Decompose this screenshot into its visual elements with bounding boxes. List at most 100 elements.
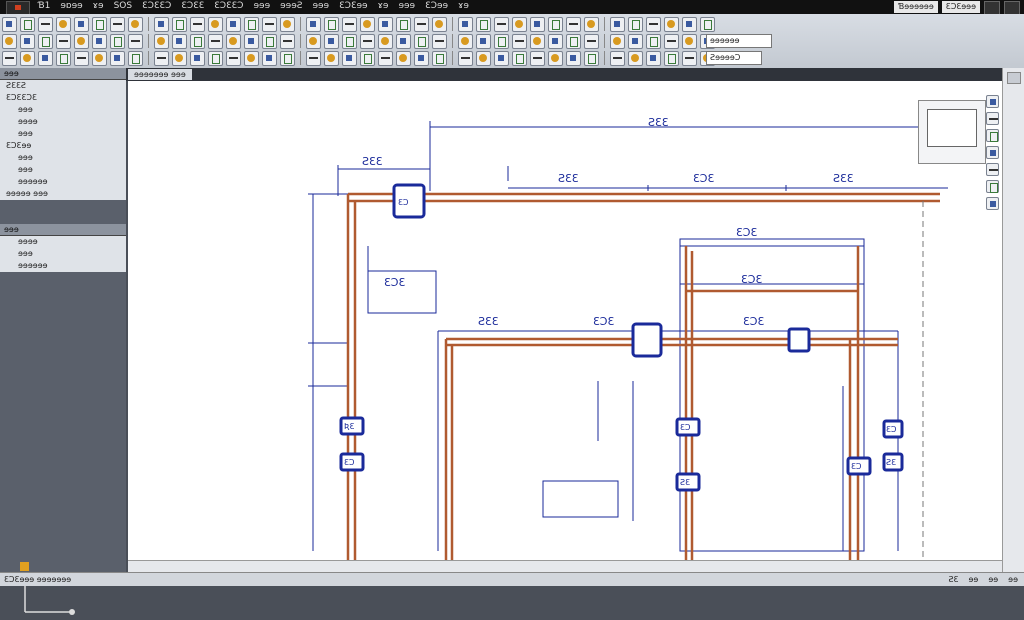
toolbar-tool-icon[interactable] (548, 51, 563, 66)
toolbar-tool-icon[interactable] (110, 34, 125, 49)
menu-item[interactable]: ɘɘɘƧ (280, 1, 302, 11)
toolbar-tool-icon[interactable] (378, 34, 393, 49)
tree-item[interactable]: ɘɘɘ (0, 152, 126, 164)
toolbar-tool-icon[interactable] (512, 34, 527, 49)
toolbar-tool-icon[interactable] (432, 17, 447, 32)
toolbar-tool-icon[interactable] (610, 34, 625, 49)
toolbar-tool-icon[interactable] (476, 17, 491, 32)
toolbar-tool-icon[interactable] (74, 17, 89, 32)
toolbar-tool-icon[interactable] (280, 51, 295, 66)
toolbar-tool-icon[interactable] (244, 34, 259, 49)
toolbar-tool-icon[interactable] (610, 17, 625, 32)
toolbar-tool-icon[interactable] (566, 34, 581, 49)
toolbar-tool-icon[interactable] (458, 34, 473, 49)
viewcube-icon[interactable] (927, 109, 977, 147)
steering-wheel-icon[interactable] (986, 163, 999, 176)
menu-item[interactable]: ɘɘɘ (398, 1, 415, 11)
menu-item[interactable]: ƐƆɘɘ (425, 1, 448, 11)
tree-item[interactable]: ƧƐƐƧ (0, 80, 126, 92)
toolbar-tool-icon[interactable] (56, 34, 71, 49)
toolbar-tool-icon[interactable] (664, 51, 679, 66)
style-dropdown[interactable]: ƧɘɘɘɘƆ (706, 51, 762, 65)
status-toggle[interactable]: ɘɘ (968, 573, 978, 586)
toolbar-tool-icon[interactable] (494, 34, 509, 49)
toolbar-tool-icon[interactable] (566, 17, 581, 32)
toolbar-tool-icon[interactable] (226, 51, 241, 66)
tree-item[interactable]: ɘɘɘɘ (0, 116, 126, 128)
vertical-scrollbar[interactable] (1002, 68, 1024, 572)
viewcube-navigator[interactable] (918, 100, 986, 164)
toolbar-tool-icon[interactable] (342, 51, 357, 66)
toolbar-tool-icon[interactable] (530, 17, 545, 32)
toolbar-tool-icon[interactable] (682, 34, 697, 49)
toolbar-tool-icon[interactable] (208, 17, 223, 32)
toolbar-tool-icon[interactable] (154, 51, 169, 66)
toolbar-tool-icon[interactable] (628, 17, 643, 32)
toolbar-tool-icon[interactable] (682, 51, 697, 66)
toolbar-tool-icon[interactable] (2, 17, 17, 32)
pan-icon[interactable] (986, 95, 999, 108)
toolbar-tool-icon[interactable] (56, 17, 71, 32)
toolbar-tool-icon[interactable] (476, 51, 491, 66)
toolbar-tool-icon[interactable] (2, 51, 17, 66)
toolbar-tool-icon[interactable] (646, 34, 661, 49)
extents-icon[interactable] (986, 180, 999, 193)
toolbar-tool-icon[interactable] (414, 34, 429, 49)
toolbar-tool-icon[interactable] (628, 34, 643, 49)
close-icon[interactable] (1004, 1, 1020, 15)
toolbar-tool-icon[interactable] (244, 51, 259, 66)
toolbar-tool-icon[interactable] (432, 51, 447, 66)
toolbar-tool-icon[interactable] (74, 51, 89, 66)
toolbar-tool-icon[interactable] (306, 34, 321, 49)
zoom-icon[interactable] (986, 112, 999, 125)
toolbar-tool-icon[interactable] (262, 51, 277, 66)
menu-item[interactable]: ɘɘɘ (254, 1, 271, 11)
toolbar-tool-icon[interactable] (172, 34, 187, 49)
toolbar-tool-icon[interactable] (584, 17, 599, 32)
menu-item[interactable]: ɤɘ (458, 1, 469, 11)
toolbar-tool-icon[interactable] (190, 17, 205, 32)
toolbar-tool-icon[interactable] (610, 51, 625, 66)
look-icon[interactable] (986, 197, 999, 210)
tree-item[interactable]: ɘɘɘ (0, 104, 126, 116)
toolbar-tool-icon[interactable] (414, 51, 429, 66)
menu-item[interactable]: ƐƆƐɘɘ (339, 1, 367, 11)
toolbar-tool-icon[interactable] (38, 51, 53, 66)
toolbar-tool-icon[interactable] (172, 51, 187, 66)
toolbar-tool-icon[interactable] (360, 34, 375, 49)
toolbar-tool-icon[interactable] (92, 51, 107, 66)
toolbar-tool-icon[interactable] (262, 34, 277, 49)
toolbar-tool-icon[interactable] (458, 51, 473, 66)
menu-item[interactable]: ƐƆƐƐ (181, 1, 204, 11)
toolbar-tool-icon[interactable] (20, 34, 35, 49)
orbit-icon[interactable] (986, 129, 999, 142)
toolbar-tool-icon[interactable] (476, 34, 491, 49)
menu-item[interactable]: ɤɘ (93, 1, 104, 11)
toolbar-tool-icon[interactable] (548, 34, 563, 49)
toolbar-tool-icon[interactable] (92, 17, 107, 32)
tree-item[interactable]: ɘɘɘ (0, 164, 126, 176)
minimize-icon[interactable] (984, 1, 1000, 15)
tab-drawing[interactable]: ɘɘɘɘɘɘɘ ɘɘɘ (128, 69, 192, 80)
menu-item[interactable]: Ɓ1 (38, 1, 50, 11)
toolbar-tool-icon[interactable] (306, 51, 321, 66)
toolbar-tool-icon[interactable] (378, 17, 393, 32)
menu-item[interactable]: ɘɒɘɘ (60, 1, 82, 11)
toolbar-tool-icon[interactable] (262, 17, 277, 32)
toolbar-tool-icon[interactable] (280, 34, 295, 49)
toolbar-tool-icon[interactable] (154, 34, 169, 49)
toolbar-tool-icon[interactable] (38, 34, 53, 49)
menu-item[interactable]: ƐƆƐƐƆ (214, 1, 243, 11)
toolbar-tool-icon[interactable] (458, 17, 473, 32)
toolbar-tool-icon[interactable] (682, 17, 697, 32)
menu-item[interactable]: ɘɘɘ (312, 1, 329, 11)
status-toggle[interactable]: ɘɘ (1008, 573, 1018, 586)
toolbar-tool-icon[interactable] (38, 17, 53, 32)
toolbar-tool-icon[interactable] (584, 51, 599, 66)
toolbar-tool-icon[interactable] (110, 51, 125, 66)
toolbar-tool-icon[interactable] (494, 51, 509, 66)
toolbar-tool-icon[interactable] (306, 17, 321, 32)
toolbar-tool-icon[interactable] (208, 51, 223, 66)
workspace-selector[interactable]: Ɓɘɘɘɘɘɘ (894, 1, 938, 13)
toolbar-tool-icon[interactable] (530, 51, 545, 66)
